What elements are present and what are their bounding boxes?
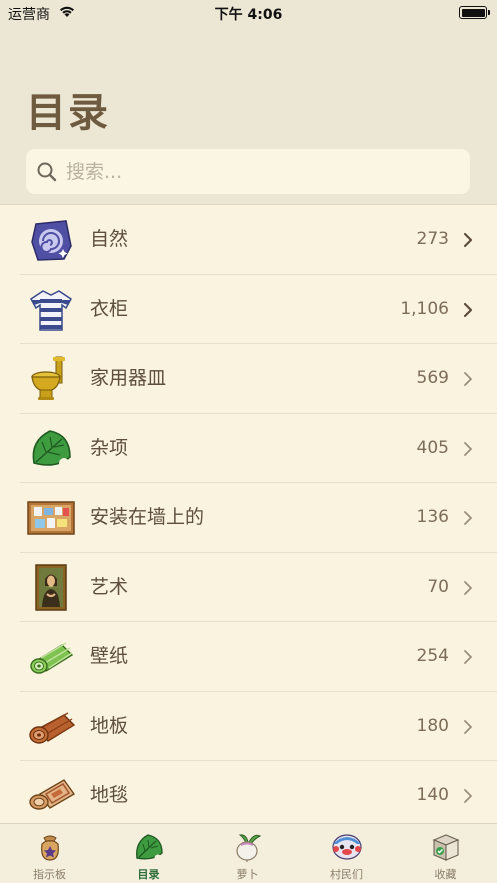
category-row-nature[interactable]: 自然 273 [0,205,497,275]
category-label: 安装在墙上的 [90,506,205,528]
wallpaper-roll-icon [26,633,76,681]
leaf-icon [26,425,76,473]
turnip-icon [232,832,264,862]
category-label: 壁纸 [90,645,129,667]
header-area: 运营商 下午 4:06 目录 [0,0,497,205]
chevron-right-icon [463,580,473,600]
category-row-art[interactable]: 艺术 70 [0,553,497,623]
bell-bag-icon [34,832,66,862]
category-count: 273 [416,229,449,249]
villager-face-icon [331,832,363,862]
striped-shirt-icon [26,286,76,334]
chevron-right-icon [463,232,473,252]
chevron-right-icon [463,649,473,669]
chevron-right-icon [463,788,473,808]
chevron-right-icon [463,510,473,530]
category-label: 艺术 [90,575,129,598]
category-label: 地板 [90,714,129,737]
category-count: 569 [416,368,449,388]
category-count: 70 [427,576,449,597]
search-bar[interactable] [26,149,470,194]
category-label: 家用器皿 [90,367,167,389]
category-count: 136 [416,507,449,527]
rug-icon [26,772,76,820]
tab-villagers[interactable]: 村民们 [297,824,396,883]
category-row-wallpaper[interactable]: 壁纸 254 [0,622,497,692]
painting-icon [26,563,76,612]
chevron-right-icon [463,441,473,461]
category-label: 衣柜 [90,297,129,320]
tab-catalog[interactable]: 目录 [99,824,198,883]
category-row-wardrobe[interactable]: 衣柜 1,106 [0,275,497,345]
tab-label: 村民们 [330,868,363,881]
golden-toilet-icon [26,355,76,403]
collection-box-icon [430,832,462,862]
battery-icon [459,6,490,19]
category-row-miscellaneous[interactable]: 杂项 405 [0,414,497,484]
category-row-flooring[interactable]: 地板 180 [0,692,497,762]
category-label: 地毯 [90,784,129,806]
flooring-roll-icon [26,703,76,751]
category-row-wall-mounted[interactable]: 安装在墙上的 136 [0,483,497,553]
category-count: 180 [416,715,449,736]
chevron-right-icon [463,302,473,322]
category-count: 254 [416,646,449,666]
tab-label: 萝卜 [236,868,259,881]
tab-collection[interactable]: 收藏 [396,824,495,883]
tab-label: 指示板 [33,868,66,881]
category-row-housewares[interactable]: 家用器皿 569 [0,344,497,414]
search-icon [36,161,58,187]
bulletin-board-icon [26,494,76,542]
fossil-shell-icon [26,216,76,264]
status-bar: 运营商 下午 4:06 [0,0,497,26]
page-title: 目录 [26,90,110,136]
category-label: 自然 [90,228,129,250]
clock: 下午 4:06 [214,7,283,23]
tab-bar: 指示板 目录 萝卜 村民们 收藏 [0,823,497,883]
tab-dashboard[interactable]: 指示板 [0,824,99,883]
tab-label: 目录 [137,868,160,881]
tab-turnips[interactable]: 萝卜 [198,824,297,883]
category-count: 140 [416,785,449,805]
category-row-rugs[interactable]: 地毯 140 [0,761,497,831]
category-label: 杂项 [90,436,129,459]
category-count: 1,106 [400,298,449,319]
category-count: 405 [416,437,449,458]
category-list: 自然 273 衣柜 1,106 家用器皿 569 杂项 405 安装在墙上的 1… [0,205,497,831]
search-input[interactable] [66,149,456,194]
tab-label: 收藏 [434,868,457,881]
chevron-right-icon [463,719,473,739]
chevron-right-icon [463,371,473,391]
leaf-icon [133,832,165,862]
